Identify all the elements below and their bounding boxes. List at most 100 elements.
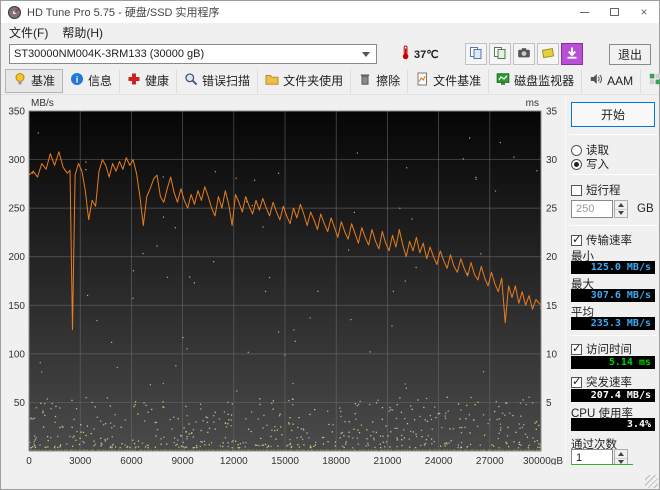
panel-divider: [565, 97, 566, 475]
download-icon: [565, 46, 579, 63]
aam-icon: [589, 72, 603, 89]
tab-label: 基准: [31, 74, 56, 88]
access-time-value: 5.14 ms: [571, 356, 655, 369]
transfer-rate-box: [571, 234, 582, 246]
tab-erase[interactable]: 擦除: [351, 68, 409, 93]
svg-text:ms: ms: [526, 98, 539, 109]
copy-text-button[interactable]: [464, 43, 487, 65]
tab-label: 健康: [145, 74, 170, 88]
tab-random-access[interactable]: 随机访问: [641, 69, 660, 93]
folder-usage-icon: [265, 72, 279, 89]
tab-label: 擦除: [376, 74, 401, 88]
maximize-icon: [609, 8, 619, 16]
close-button[interactable]: ×: [629, 1, 659, 23]
tab-info[interactable]: i 信息: [63, 68, 121, 93]
thermometer-icon: [399, 45, 412, 63]
access-time-box: [571, 343, 582, 355]
menu-bar: 文件(F) 帮助(H): [1, 23, 659, 41]
title-bar: HD Tune Pro 5.75 - 硬盘/SSD 实用程序 ×: [1, 1, 659, 23]
access-time-checkbox[interactable]: 访问时间: [571, 341, 632, 357]
tab-file-benchmark[interactable]: 文件基准: [408, 68, 490, 93]
write-radio[interactable]: 写入: [571, 156, 609, 172]
tab-label: 信息: [88, 74, 113, 88]
spin-down-icon[interactable]: [615, 210, 627, 218]
chevron-down-icon: [362, 51, 370, 57]
toolbar: ST30000NM004K-3RM133 (30000 gB) 37℃ 退出: [1, 41, 659, 67]
start-button[interactable]: 开始: [571, 102, 655, 127]
drive-selector[interactable]: ST30000NM004K-3RM133 (30000 gB): [9, 44, 377, 64]
menu-file[interactable]: 文件(F): [9, 24, 48, 41]
write-radio-circle: [571, 158, 582, 170]
tab-health[interactable]: 健康: [120, 68, 178, 93]
cpu-usage-value: 3.4%: [571, 418, 655, 431]
maximize-button[interactable]: [599, 1, 629, 23]
svg-text:350: 350: [8, 107, 25, 118]
file-benchmark-icon: [415, 72, 429, 89]
tab-error-scan[interactable]: 错误扫描: [177, 68, 259, 93]
window-title: HD Tune Pro 5.75 - 硬盘/SSD 实用程序: [27, 7, 220, 19]
max-value: 307.6 MB/s: [571, 289, 655, 302]
erase-icon: [358, 72, 372, 89]
screenshot-button[interactable]: [512, 43, 535, 65]
svg-text:30: 30: [546, 155, 558, 166]
menu-help[interactable]: 帮助(H): [62, 24, 103, 41]
save-icon: [541, 46, 555, 63]
temperature-indicator: 37℃: [399, 45, 439, 63]
svg-text:150: 150: [8, 301, 25, 312]
tab-benchmark[interactable]: 基准: [5, 68, 64, 93]
drive-name: ST30000NM004K-3RM133 (30000 gB): [14, 48, 205, 60]
read-radio-circle: [571, 144, 582, 156]
copy-image-button[interactable]: [488, 43, 511, 65]
status-bar: [1, 465, 659, 489]
tab-label: 错误扫描: [202, 74, 251, 88]
benchmark-chart: 3503002502001501005035302520151050 3000 60…: [8, 98, 563, 467]
capacity-spinner[interactable]: [614, 200, 628, 218]
burst-rate-label: 突发速率: [586, 377, 632, 389]
save-button[interactable]: [536, 43, 559, 65]
resize-grip-icon[interactable]: [645, 475, 658, 488]
short-stroke-checkbox[interactable]: 短行程: [571, 182, 621, 198]
svg-text:50: 50: [14, 398, 26, 409]
tab-disk-monitor[interactable]: 磁盘监视器: [489, 68, 583, 93]
info-icon: i: [70, 72, 84, 89]
svg-text:MB/s: MB/s: [31, 98, 54, 109]
benchmark-panel: 开始 读取 写入 短行程 250 GB ✓ 传输速率 最小 125.0 MB/s…: [567, 95, 660, 477]
minimize-button[interactable]: [569, 1, 599, 23]
tab-aam[interactable]: AAM: [582, 68, 642, 93]
avg-value: 235.3 MB/s: [571, 317, 655, 330]
error-scan-icon: [184, 72, 198, 89]
short-stroke-box: [571, 184, 582, 196]
capacity-input[interactable]: 250: [571, 200, 613, 218]
spin-up-icon[interactable]: [615, 450, 627, 459]
copy-pages-icon: [493, 46, 507, 63]
svg-text:25: 25: [546, 204, 558, 215]
svg-text:100: 100: [8, 349, 25, 360]
transfer-rate-checkbox[interactable]: 传输速率: [571, 232, 632, 248]
camera-icon: [517, 46, 531, 63]
transfer-rate-label: 传输速率: [586, 235, 632, 247]
svg-text:5: 5: [546, 398, 552, 409]
tab-label: AAM: [607, 73, 634, 88]
tab-label: 磁盘监视器: [514, 74, 575, 88]
svg-text:35: 35: [546, 107, 558, 118]
capacity-unit-label: GB: [637, 203, 654, 215]
svg-text:15: 15: [546, 301, 558, 312]
disk-monitor-icon: [496, 72, 510, 89]
random-access-icon: [648, 72, 660, 89]
content-area: 350 300 250 200 150 100 50 35 30 25 20 15 10 5 0 3000 60…: [1, 95, 659, 477]
minimize-icon: [579, 11, 589, 13]
tab-folder-usage[interactable]: 文件夹使用: [258, 68, 352, 93]
app-icon: [7, 5, 22, 20]
update-download-button[interactable]: [560, 43, 583, 65]
burst-rate-checkbox[interactable]: 突发速率: [571, 374, 632, 390]
tab-bar: 基准i信息健康错误扫描文件夹使用擦除文件基准磁盘监视器AAM随机访问额外测试: [1, 67, 660, 95]
write-radio-label: 写入: [586, 159, 609, 171]
hdtune-window: HD Tune Pro 5.75 - 硬盘/SSD 实用程序 × 文件(F) 帮…: [0, 0, 660, 490]
spin-up-icon[interactable]: [615, 201, 627, 210]
exit-button[interactable]: 退出: [609, 43, 651, 65]
health-icon: [127, 72, 141, 89]
toolbar-buttons: [464, 43, 583, 65]
burst-rate-value: 207.4 MB/s: [571, 389, 655, 402]
svg-text:20: 20: [546, 252, 558, 263]
temperature-value: 37℃: [414, 48, 439, 61]
